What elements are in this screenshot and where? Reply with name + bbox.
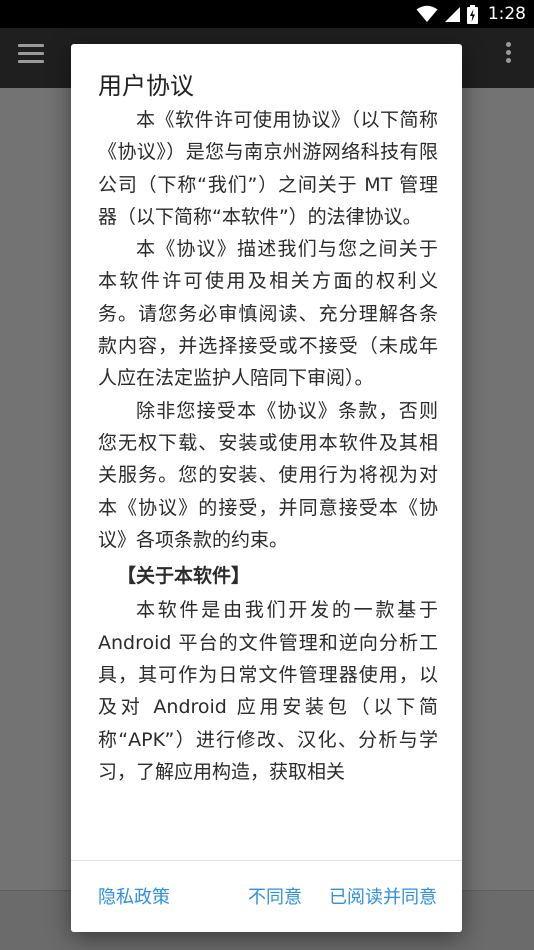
agreement-paragraph: 本《软件许可使用协议》（以下简称《协议》）是您与南京州游网络科技有限公司（下称“… <box>98 109 438 228</box>
dialog-title: 用户协议 <box>98 72 194 100</box>
signal-icon <box>444 6 460 22</box>
dialog-actions: 隐私政策 不同意 已阅读并同意 <box>71 861 462 932</box>
more-options-icon[interactable] <box>506 42 512 64</box>
disagree-button[interactable]: 不同意 <box>248 883 302 909</box>
status-bar: 1:28 <box>0 0 534 28</box>
agree-button[interactable]: 已阅读并同意 <box>329 883 437 909</box>
scroll-fade <box>71 839 462 859</box>
user-agreement-dialog: 用户协议 本《软件许可使用协议》（以下简称《协议》）是您与南京州游网络科技有限公… <box>71 44 462 932</box>
agreement-paragraph: 本软件是由我们开发的一款基于 Android 平台的文件管理和逆向分析工具，其可… <box>98 599 438 783</box>
section-heading: 【关于本软件】 <box>117 565 251 588</box>
wifi-icon <box>416 5 438 22</box>
menu-icon[interactable] <box>18 44 44 66</box>
status-icons: 1:28 <box>416 3 526 25</box>
battery-charging-icon <box>466 4 478 24</box>
agreement-paragraph: 本《协议》描述我们与您之间关于本软件许可使用及相关方面的权利义务。请您务必审慎阅… <box>98 238 438 390</box>
privacy-policy-button[interactable]: 隐私政策 <box>98 883 170 909</box>
agreement-text[interactable]: 本《软件许可使用协议》（以下简称《协议》）是您与南京州游网络科技有限公司（下称“… <box>98 104 438 904</box>
status-time: 1:28 <box>487 4 526 24</box>
agreement-paragraph: 除非您接受本《协议》条款，否则您无权下载、安装或使用本软件及其相关服务。您的安装… <box>98 399 438 551</box>
